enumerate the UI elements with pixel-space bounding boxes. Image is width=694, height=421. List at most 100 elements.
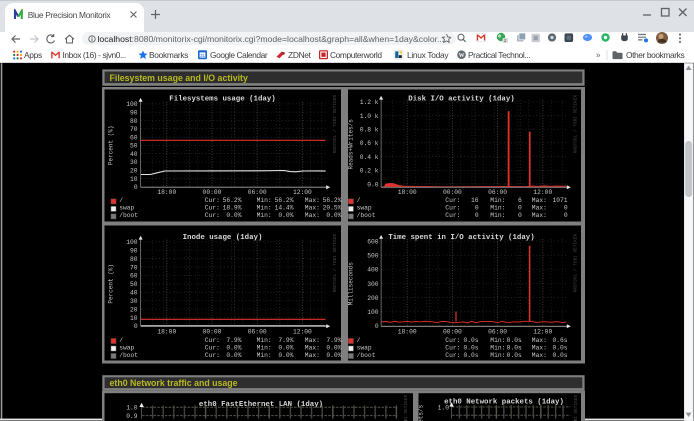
svg-text:/boot: /boot (119, 212, 138, 219)
svg-text:Max:: Max: (532, 212, 547, 219)
svg-text:20: 20 (130, 168, 138, 175)
svg-text:0.0s: 0.0s (463, 344, 478, 351)
svg-text:12:00: 12:00 (533, 189, 552, 196)
svg-text:swap: swap (357, 344, 372, 351)
svg-text:Filesystem usage and I/O activ: Filesystem usage and I/O activity (110, 73, 248, 83)
svg-text:Min:: Min: (490, 197, 505, 204)
svg-text:12:00: 12:00 (533, 329, 552, 336)
svg-text:0: 0 (518, 205, 522, 212)
svg-text:Min:: Min: (257, 352, 272, 359)
svg-text:Cur:: Cur: (445, 212, 460, 219)
svg-text:RRDTOOL / TOBI OETIKER: RRDTOOL / TOBI OETIKER (573, 94, 578, 153)
svg-text:Min:: Min: (490, 212, 505, 219)
svg-text:90: 90 (130, 109, 138, 116)
svg-text:20: 20 (130, 306, 138, 313)
svg-text:Max:: Max: (305, 205, 320, 212)
svg-text:Min:: Min: (257, 205, 272, 212)
svg-text:swap: swap (119, 344, 134, 351)
svg-text:Max:: Max: (532, 344, 547, 351)
svg-text:40: 40 (130, 290, 138, 297)
svg-text:300: 300 (367, 281, 379, 288)
svg-text:0.0%: 0.0% (278, 212, 293, 219)
svg-text:RRDTOOL / TOBI OETIKER: RRDTOOL / TOBI OETIKER (404, 394, 409, 421)
svg-text:200: 200 (367, 295, 379, 302)
svg-text:0: 0 (134, 184, 138, 191)
svg-text:00:00: 00:00 (203, 329, 222, 336)
svg-text:50: 50 (130, 143, 138, 150)
svg-text:Max:: Max: (305, 197, 320, 204)
svg-text:7.9%: 7.9% (226, 337, 241, 344)
svg-text:0.8 k: 0.8 k (360, 127, 379, 134)
svg-text:400: 400 (367, 267, 379, 274)
svg-text:/: / (119, 337, 123, 344)
svg-text:18.9%: 18.9% (223, 205, 242, 212)
svg-text:20.5%: 20.5% (323, 205, 342, 212)
svg-text:/: / (357, 197, 361, 204)
svg-text:/boot: /boot (357, 352, 376, 359)
svg-text:0.0%: 0.0% (278, 344, 293, 351)
svg-text:Min:: Min: (490, 205, 505, 212)
svg-text:56.2%: 56.2% (275, 197, 294, 204)
svg-text:Min:: Min: (257, 212, 272, 219)
svg-text:30: 30 (130, 159, 138, 166)
svg-text:Min:: Min: (490, 337, 505, 344)
svg-text:0: 0 (134, 323, 138, 330)
svg-text:swap: swap (357, 205, 372, 212)
svg-text:/boot: /boot (119, 352, 138, 359)
svg-text:6: 6 (518, 197, 522, 204)
svg-text:10: 10 (130, 315, 138, 322)
svg-text:0.0%: 0.0% (226, 212, 241, 219)
svg-text:Max:: Max: (305, 352, 320, 359)
svg-text:0.0s: 0.0s (507, 337, 522, 344)
svg-text:Cur:: Cur: (205, 197, 220, 204)
svg-text:0.0%: 0.0% (326, 212, 341, 219)
svg-text:Cur:: Cur: (205, 352, 220, 359)
svg-text:7.9%: 7.9% (278, 337, 293, 344)
svg-text:Max:: Max: (305, 337, 320, 344)
svg-text:Reads+Writes/s: Reads+Writes/s (347, 119, 354, 170)
svg-text:0.0%: 0.0% (326, 352, 341, 359)
svg-text:600: 600 (367, 238, 379, 245)
svg-text:0.0%: 0.0% (278, 352, 293, 359)
svg-text:60: 60 (130, 273, 138, 280)
svg-text:16: 16 (471, 197, 479, 204)
svg-text:90: 90 (130, 248, 138, 255)
svg-text:70: 70 (130, 126, 138, 133)
svg-text:0.6 k: 0.6 k (360, 140, 379, 147)
svg-text:10: 10 (130, 176, 138, 183)
svg-text:18:00: 18:00 (398, 329, 417, 336)
svg-text:Max:: Max: (305, 212, 320, 219)
svg-text:7.9%: 7.9% (326, 337, 341, 344)
svg-text:Cur:: Cur: (205, 212, 220, 219)
svg-text:00:00: 00:00 (443, 329, 462, 336)
svg-text:Max:: Max: (532, 197, 547, 204)
svg-text:18:00: 18:00 (157, 189, 176, 196)
svg-text:56.2%: 56.2% (223, 197, 242, 204)
svg-text:Milliseconds: Milliseconds (347, 262, 354, 306)
svg-text:06:00: 06:00 (488, 189, 507, 196)
svg-text:50: 50 (130, 281, 138, 288)
svg-text:/boot: /boot (357, 212, 376, 219)
svg-text:1.0 k: 1.0 k (360, 113, 379, 120)
svg-text:18:00: 18:00 (398, 189, 417, 196)
svg-text:Min:: Min: (257, 344, 272, 351)
svg-text:Cur:: Cur: (205, 337, 220, 344)
svg-text:60: 60 (130, 134, 138, 141)
svg-text:06:00: 06:00 (248, 329, 267, 336)
svg-text:06:00: 06:00 (248, 189, 267, 196)
svg-text:Cur:: Cur: (445, 337, 460, 344)
svg-text:18:00: 18:00 (157, 329, 176, 336)
svg-text:0.4 k: 0.4 k (360, 154, 379, 161)
svg-text:14.4%: 14.4% (275, 205, 294, 212)
svg-text:Filesystems usage (1day): Filesystems usage (1day) (169, 96, 275, 104)
svg-text:RRDTOOL / TOBI OETIKER: RRDTOOL / TOBI OETIKER (574, 394, 579, 421)
svg-text:0: 0 (564, 212, 568, 219)
svg-text:0.9: 0.9 (126, 413, 138, 420)
svg-text:Cur:: Cur: (205, 205, 220, 212)
svg-text:0: 0 (375, 323, 379, 330)
svg-text:0.0s: 0.0s (507, 352, 522, 359)
svg-text:Percent (%): Percent (%) (107, 264, 114, 304)
svg-text:0: 0 (475, 205, 479, 212)
svg-text:swap: swap (119, 205, 134, 212)
svg-text:0: 0 (518, 212, 522, 219)
